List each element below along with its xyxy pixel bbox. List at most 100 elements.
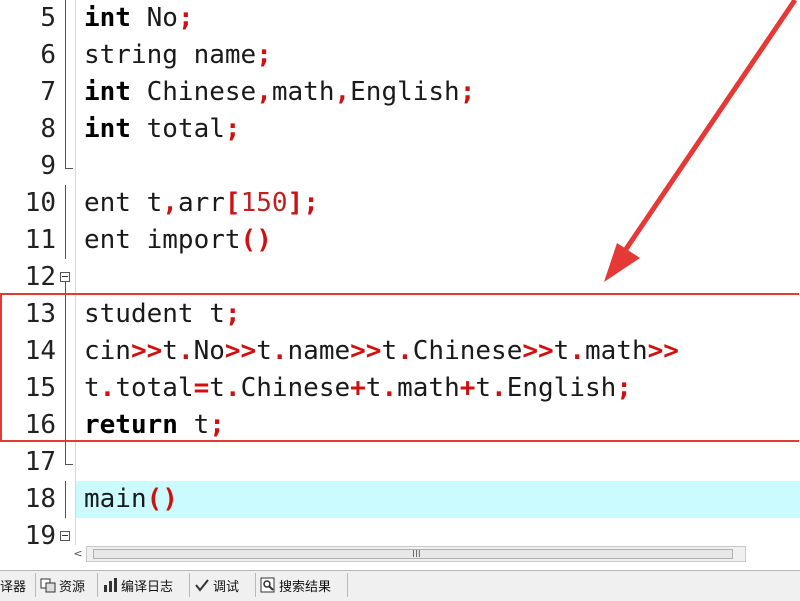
code-line[interactable]: 13 student t;	[0, 296, 800, 333]
operator-token: .	[99, 373, 116, 403]
checkmark-icon	[194, 577, 210, 593]
line-number: 16	[24, 410, 56, 440]
operator-token: .	[397, 336, 413, 366]
code-token: string name	[84, 40, 257, 70]
code-line[interactable]: 16 return t;	[0, 407, 800, 444]
operator-token: =	[193, 373, 210, 403]
code-token: total	[130, 114, 225, 144]
line-number: 15	[24, 373, 56, 403]
operator-token: .	[381, 373, 398, 403]
fold-marker	[60, 222, 74, 259]
operator-token: ,	[334, 77, 351, 107]
code-token: arr	[177, 188, 225, 218]
code-text: return t;	[84, 407, 225, 444]
operator-token: >>	[224, 336, 257, 366]
operator-token: ,	[162, 188, 178, 218]
code-token: total	[115, 373, 194, 403]
keyword-token: int	[84, 114, 131, 144]
code-line[interactable]: 7 int Chinese,math,English;	[0, 74, 800, 111]
code-text: t.total=t.Chinese+t.math+t.English;	[84, 370, 632, 407]
horizontal-scrollbar[interactable]: III	[86, 546, 746, 562]
collapse-icon[interactable]	[60, 272, 70, 282]
operator-token: [	[224, 188, 241, 218]
code-line[interactable]: 6 string name;	[0, 37, 800, 74]
tab-debug[interactable]: 调试	[190, 573, 256, 597]
operator-token: .	[271, 336, 288, 366]
code-token: cin	[84, 336, 131, 366]
operator-token: ;	[616, 373, 632, 403]
code-token: Chinese	[412, 336, 523, 366]
line-number: 11	[24, 225, 56, 255]
fold-marker[interactable]	[60, 518, 74, 545]
code-line[interactable]: 8 int total;	[0, 111, 800, 148]
scroll-left-arrow[interactable]: <	[70, 546, 86, 562]
operator-token: ]	[287, 188, 304, 218]
operator-token: ;	[459, 77, 476, 107]
line-number: 9	[40, 151, 56, 181]
operator-token: .	[177, 336, 194, 366]
code-token: math	[584, 336, 648, 366]
code-token: math	[271, 77, 335, 107]
tab-label: 编译日志	[121, 579, 174, 595]
code-editor[interactable]: 5 int No; 6 string name; 7 int Chinese,math,E…	[0, 0, 800, 545]
code-token: t	[177, 410, 210, 440]
code-line[interactable]: 12	[0, 259, 800, 296]
chart-icon	[102, 577, 118, 593]
scrollbar-grip: III	[412, 549, 421, 560]
keyword-token: int	[84, 3, 131, 33]
operator-token: ;	[256, 40, 272, 70]
scrollbar-thumb[interactable]: III	[93, 549, 733, 560]
fold-marker[interactable]	[60, 259, 74, 296]
tab-label: 译器	[0, 579, 27, 595]
code-line[interactable]: 15 t.total=t.Chinese+t.math+t.English;	[0, 370, 800, 407]
keyword-token: return	[84, 410, 178, 440]
line-number: 12	[24, 262, 56, 292]
code-token: ent t	[84, 188, 163, 218]
line-number: 10	[24, 188, 56, 218]
tab-label: 调试	[213, 579, 240, 595]
line-number: 19	[24, 521, 56, 545]
code-token: t	[381, 336, 398, 366]
spacer	[0, 562, 800, 570]
fold-marker	[60, 0, 74, 37]
tab-search-results[interactable]: 搜索结果	[256, 573, 348, 597]
operator-token: ;	[224, 114, 241, 144]
code-text: ent import()	[84, 222, 272, 259]
code-token: English	[506, 373, 617, 403]
code-line[interactable]: 14 cin>>t.No>>t.name>>t.Chinese>>t.math>>	[0, 333, 800, 370]
code-text: ent t,arr[150];	[84, 185, 319, 222]
code-token: t	[209, 373, 225, 403]
number-token: 150	[240, 188, 288, 218]
code-text: main()	[84, 481, 178, 518]
code-token: t	[162, 336, 178, 366]
search-results-icon	[260, 577, 276, 593]
code-line[interactable]: 18 main()	[0, 481, 800, 518]
code-token: main	[84, 484, 147, 514]
code-token: t	[553, 336, 570, 366]
operator-token: ;	[224, 299, 241, 329]
line-number: 17	[24, 447, 56, 477]
code-token: English	[350, 77, 460, 107]
code-line[interactable]: 17	[0, 444, 800, 481]
operator-token: >>	[130, 336, 163, 366]
fold-marker	[60, 148, 74, 185]
operator-token: ()	[240, 225, 272, 255]
code-line[interactable]: 10 ent t,arr[150];	[0, 185, 800, 222]
fold-marker	[60, 111, 74, 148]
fold-marker	[60, 37, 74, 74]
line-number: 5	[40, 3, 56, 33]
collapse-icon[interactable]	[60, 531, 70, 541]
code-line[interactable]: 11 ent import()	[0, 222, 800, 259]
tab-resources[interactable]: 资源	[36, 573, 98, 597]
line-number: 6	[40, 40, 56, 70]
operator-token: ;	[177, 3, 194, 33]
code-line[interactable]: 19	[0, 518, 800, 545]
line-number: 14	[24, 336, 56, 366]
code-line[interactable]: 9	[0, 148, 800, 185]
code-token: No	[130, 3, 178, 33]
operator-token: >>	[647, 336, 679, 366]
code-line[interactable]: 5 int No;	[0, 0, 800, 37]
tab-compile-log[interactable]: 编译日志	[98, 573, 190, 597]
tab-compiler[interactable]: 译器	[0, 573, 36, 597]
fold-marker	[60, 407, 74, 444]
